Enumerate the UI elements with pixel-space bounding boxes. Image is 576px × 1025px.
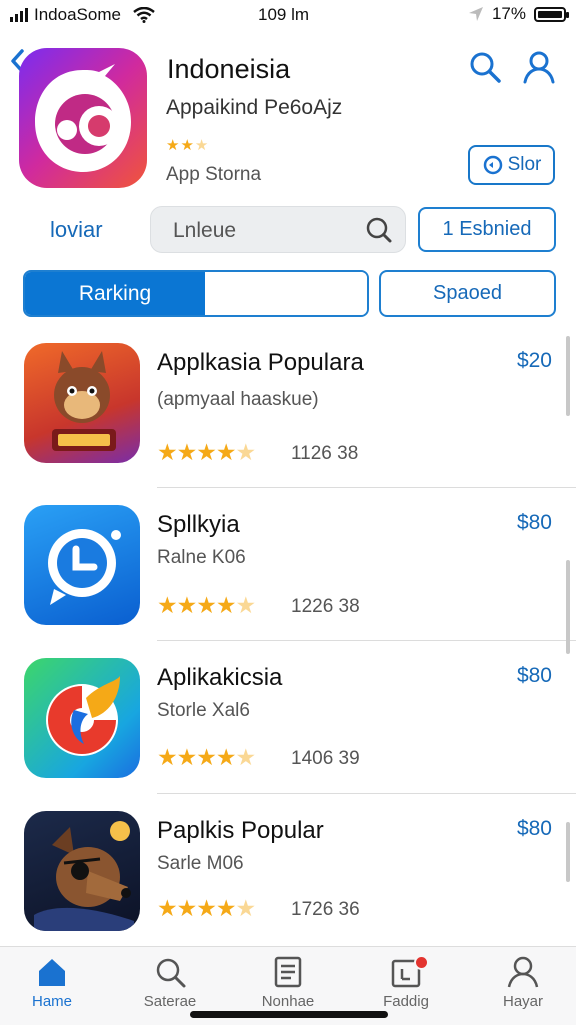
home-icon: [39, 959, 65, 986]
battery-percent: 17%: [491, 4, 526, 23]
tab-search[interactable]: Saterae: [120, 955, 220, 1010]
rating-stars: ★★★★★: [157, 895, 256, 921]
tab-search-label: Saterae: [143, 993, 197, 1010]
wifi-icon: [133, 7, 155, 23]
filter-link[interactable]: loviar: [50, 217, 103, 243]
tab-updates[interactable]: Faddig: [356, 955, 456, 1010]
account-icon: [507, 956, 539, 988]
refresh-icon: [483, 155, 502, 175]
app-subtitle: Storle Xal6: [157, 700, 250, 721]
carrier-label: IndoaSome: [34, 5, 121, 24]
search-field-icon: [366, 217, 392, 243]
page-title: Indoneisia: [167, 54, 291, 84]
rating-stars: ★★★★★: [157, 592, 256, 618]
tab-home-label: Hame: [31, 993, 72, 1010]
divider: [157, 487, 576, 488]
app-icon-dog: [24, 811, 140, 931]
store-button[interactable]: Slor: [468, 145, 555, 185]
location-icon: [468, 7, 483, 21]
home-indicator: [190, 1011, 388, 1018]
search-tab-icon: [156, 958, 186, 988]
divider: [157, 640, 576, 641]
rating-count: 1126 38: [291, 443, 359, 464]
app-icon-swirl: [24, 658, 140, 778]
status-time: 109 lm: [258, 5, 310, 24]
app-subtitle: (apmyaal haaskue): [157, 389, 319, 410]
tab-account-label: Hayar: [502, 993, 543, 1010]
tab-home[interactable]: Hame: [2, 955, 102, 1010]
page-subtitle: Appaikind Pe6oAjz: [166, 96, 343, 119]
rating-count: 1726 36: [291, 899, 360, 920]
app-icon-clock: [24, 505, 140, 625]
scroll-indicator[interactable]: [566, 336, 570, 416]
tab-spaced-label: Spaoed: [433, 282, 502, 304]
header-rating-stars: ★★★: [166, 137, 210, 154]
profile-icon[interactable]: [522, 50, 556, 84]
document-icon: [274, 956, 302, 988]
app-name: Paplkis Popular: [157, 817, 324, 844]
filter-button-label: 1 Esbnied: [442, 218, 532, 240]
price-label[interactable]: $80: [517, 817, 552, 841]
signal-icon: [10, 8, 28, 22]
tab-spaced[interactable]: Spaoed: [379, 270, 556, 317]
segment-empty[interactable]: [205, 272, 367, 315]
tab-news[interactable]: Nonhae: [238, 955, 338, 1010]
app-icon-fox: [24, 343, 140, 463]
tab-account[interactable]: Hayar: [473, 955, 573, 1010]
rating-stars: ★★★★★: [157, 744, 256, 770]
rating-count: 1226 38: [291, 596, 360, 617]
app-name: Spllkyia: [157, 511, 240, 538]
rating-count: 1406 39: [291, 748, 360, 769]
segmented-control: Rarking: [23, 270, 369, 317]
tab-updates-label: Faddig: [383, 993, 429, 1010]
scroll-indicator[interactable]: [566, 560, 570, 654]
price-label[interactable]: $20: [517, 349, 552, 373]
app-subtitle: Sarle M06: [157, 853, 244, 874]
tab-news-label: Nonhae: [261, 993, 315, 1010]
store-label: App Storna: [166, 164, 262, 185]
divider: [157, 793, 576, 794]
app-subtitle: Ralne K06: [157, 547, 246, 568]
tab-ranking[interactable]: Rarking: [25, 272, 205, 315]
filter-button[interactable]: 1 Esbnied: [418, 207, 556, 252]
store-button-label: Slor: [507, 154, 542, 175]
search-placeholder: Lnleue: [173, 219, 237, 242]
status-bar: IndoaSome 109 lm 17%: [0, 0, 576, 30]
battery-icon: [534, 6, 569, 22]
search-input[interactable]: Lnleue: [150, 206, 406, 253]
scroll-indicator[interactable]: [566, 822, 570, 882]
app-icon: [19, 48, 147, 188]
search-icon[interactable]: [468, 50, 502, 84]
price-label[interactable]: $80: [517, 664, 552, 688]
app-name: Applkasia Popularа: [157, 349, 364, 376]
price-label[interactable]: $80: [517, 511, 552, 535]
notification-badge: [414, 955, 429, 970]
rating-stars: ★★★★★: [157, 439, 256, 465]
app-name: Aplikakicsia: [157, 664, 283, 691]
